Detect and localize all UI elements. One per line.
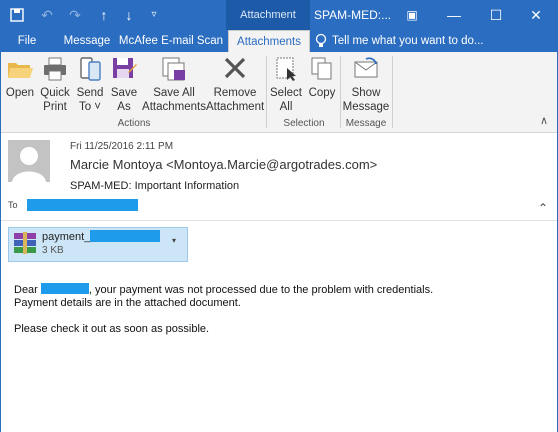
- body-line-2: Payment details are in the attached docu…: [14, 297, 241, 309]
- save-icon[interactable]: [8, 6, 26, 24]
- save-all-attachments-button[interactable]: Save All Attachments: [142, 54, 206, 114]
- maximize-icon[interactable]: ☐: [474, 0, 518, 30]
- quick-print-button[interactable]: Quick Print: [38, 54, 72, 114]
- copy-button[interactable]: Copy: [306, 54, 338, 100]
- show-message-button[interactable]: Show Message: [342, 54, 390, 114]
- send-to-button[interactable]: Send To ˅: [74, 54, 106, 114]
- window-border-left: [0, 52, 1, 432]
- minimize-icon[interactable]: —: [432, 0, 476, 30]
- header-divider: [0, 220, 558, 221]
- avatar: [8, 140, 50, 182]
- attachment-size: 3 KB: [42, 245, 64, 256]
- group-divider: [392, 56, 393, 128]
- undo-icon[interactable]: ↶: [38, 6, 56, 24]
- save-all-icon: [142, 56, 206, 84]
- printer-icon: [38, 56, 72, 84]
- tab-file[interactable]: File: [8, 30, 46, 52]
- customize-qat-icon[interactable]: ▿: [145, 6, 163, 24]
- attachment-name: payment_: [42, 230, 161, 243]
- tell-me-search[interactable]: Tell me what you want to do...: [332, 30, 484, 52]
- tab-message[interactable]: Message: [58, 30, 116, 52]
- archive-icon: [12, 230, 38, 256]
- open-button[interactable]: Open: [4, 54, 36, 100]
- remove-x-icon: [206, 56, 264, 84]
- remove-attachment-button[interactable]: Remove Attachment: [206, 54, 264, 114]
- to-label: To: [8, 200, 18, 210]
- group-label-selection: Selection: [283, 118, 325, 129]
- tab-attachments[interactable]: Attachments: [228, 30, 310, 53]
- group-divider: [340, 56, 341, 128]
- save-as-icon: [108, 56, 140, 84]
- up-arrow-icon[interactable]: ↑: [95, 6, 113, 24]
- select-all-icon: [268, 56, 304, 84]
- close-icon[interactable]: ✕: [514, 0, 558, 30]
- body-blank-line: [14, 310, 433, 323]
- select-all-button[interactable]: Select All: [268, 54, 304, 114]
- message-body: Dear , your payment was not processed du…: [14, 283, 433, 336]
- attachment-name-redacted: [90, 230, 161, 242]
- ribbon-display-options-icon[interactable]: ▣: [390, 0, 434, 30]
- tab-mcafee-email-scan[interactable]: McAfee E-mail Scan: [118, 30, 224, 52]
- body-line-1: Dear , your payment was not processed du…: [14, 283, 434, 296]
- group-label-message: Message: [345, 118, 387, 129]
- collapse-ribbon-icon[interactable]: ∧: [540, 114, 548, 127]
- attachment-dropdown-icon[interactable]: ▾: [172, 236, 176, 245]
- name-redacted: [40, 283, 89, 294]
- message-date: Fri 11/25/2016 2:11 PM: [70, 141, 174, 152]
- group-divider: [266, 56, 267, 128]
- message-subject: SPAM-MED: Important Information: [70, 180, 240, 192]
- group-label-actions: Actions: [117, 118, 151, 129]
- send-to-device-icon: [74, 56, 106, 84]
- show-message-icon: [342, 56, 390, 84]
- context-tab-attachment-tools: Attachment Tools: [226, 0, 310, 51]
- sender[interactable]: Marcie Montoya <Montoya.Marcie@argotrade…: [70, 157, 377, 172]
- folder-open-icon: [4, 56, 36, 84]
- save-as-button[interactable]: Save As: [108, 54, 140, 114]
- redo-icon[interactable]: ↷: [66, 6, 84, 24]
- lightbulb-icon: [314, 33, 330, 49]
- copy-icon: [306, 56, 338, 84]
- expand-header-icon[interactable]: ⌃: [538, 201, 548, 215]
- window-title: SPAM-MED:...: [314, 8, 392, 22]
- down-arrow-icon[interactable]: ↓: [120, 6, 138, 24]
- recipient-redacted[interactable]: [27, 199, 138, 211]
- body-line-3: Please check it out as soon as possible.: [14, 323, 210, 335]
